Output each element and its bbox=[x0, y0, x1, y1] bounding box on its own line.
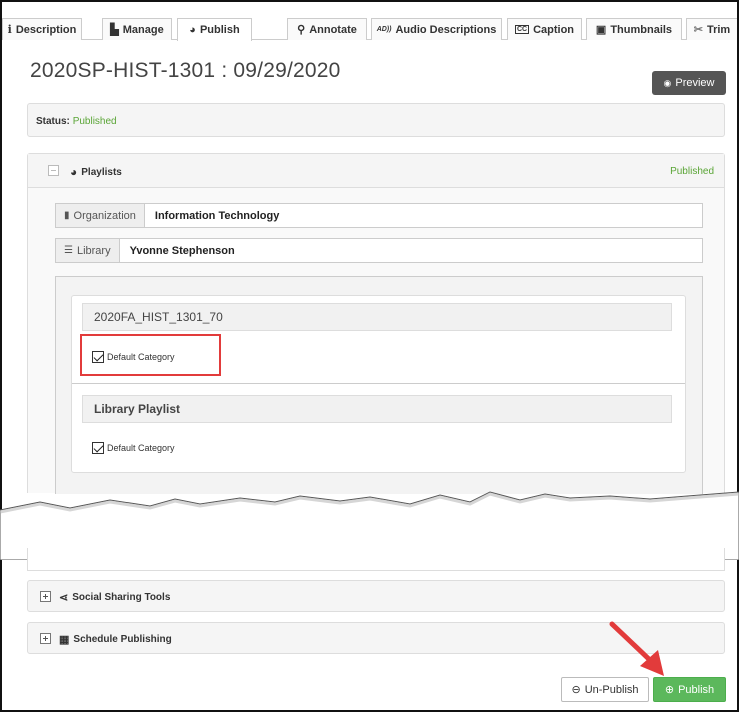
plus-circle-icon: ⊕ bbox=[664, 684, 675, 696]
clipped-panel bbox=[27, 548, 725, 571]
file-icon: ▙ bbox=[110, 24, 119, 36]
tab-description[interactable]: i Description bbox=[2, 18, 82, 40]
library-field: ☰ Library Yvonne Stephenson bbox=[55, 238, 703, 263]
arrow-annotation bbox=[609, 621, 664, 676]
playlist-list: 2020FA_HIST_1301_70 Default Category Lib… bbox=[71, 295, 686, 473]
tab-caption[interactable]: CC Caption bbox=[507, 18, 582, 40]
playlist-category-container: 2020FA_HIST_1301_70 Default Category Lib… bbox=[55, 276, 703, 494]
expand-icon[interactable] bbox=[40, 633, 51, 644]
eye-icon: ◉ bbox=[663, 77, 672, 88]
organization-value: Information Technology bbox=[154, 209, 280, 222]
status-label: Status: bbox=[36, 116, 70, 127]
tab-thumbnails[interactable]: ▣ Thumbnails bbox=[586, 18, 682, 40]
category-label: Default Category bbox=[107, 443, 175, 453]
tab-publish[interactable]: ◕ Publish bbox=[177, 18, 252, 41]
tab-manage[interactable]: ▙ Manage bbox=[102, 18, 172, 40]
checkbox-checked-icon[interactable] bbox=[92, 442, 104, 454]
tab-trim[interactable]: ✂ Trim bbox=[686, 18, 737, 40]
search-icon: ⚲ bbox=[297, 24, 306, 36]
highlight-box bbox=[80, 334, 221, 376]
playlist-name: Library Playlist bbox=[82, 395, 672, 423]
collapse-icon[interactable] bbox=[48, 165, 59, 176]
minus-circle-icon: ⊖ bbox=[571, 684, 581, 696]
globe-icon: ◕ bbox=[70, 165, 78, 179]
library-value: Yvonne Stephenson bbox=[129, 244, 235, 257]
tab-annotate[interactable]: ⚲ Annotate bbox=[287, 18, 367, 40]
cc-icon: CC bbox=[514, 25, 530, 34]
social-sharing-panel[interactable]: ⋖ Social Sharing Tools bbox=[27, 580, 725, 612]
building-icon: ▮ bbox=[64, 210, 70, 221]
list-icon: ☰ bbox=[64, 245, 73, 256]
tab-bar: i Description ▙ Manage ◕ Publish ⚲ Annot… bbox=[2, 0, 737, 41]
status-value: Published bbox=[72, 116, 117, 127]
playlists-header[interactable]: ◕ Playlists Published bbox=[28, 154, 724, 188]
audio-description-icon: AD)) bbox=[376, 26, 392, 33]
organization-label: Organization bbox=[73, 209, 136, 222]
preview-button[interactable]: ◉ Preview bbox=[652, 71, 726, 95]
globe-icon: ◕ bbox=[189, 24, 196, 36]
page-title: 2020SP-HIST-1301 : 09/29/2020 bbox=[30, 59, 341, 82]
tab-audio-descriptions[interactable]: AD)) Audio Descriptions bbox=[371, 18, 502, 40]
status-panel: Status: Published bbox=[27, 103, 725, 137]
social-sharing-title: Social Sharing Tools bbox=[72, 592, 171, 603]
playlists-status: Published bbox=[670, 166, 714, 177]
playlists-title: Playlists bbox=[81, 166, 122, 178]
playlists-panel: ◕ Playlists Published ▮ Organization Inf… bbox=[27, 153, 725, 494]
expand-icon[interactable] bbox=[40, 591, 51, 602]
calendar-icon: ▦ bbox=[59, 634, 70, 646]
category-checkbox-row[interactable]: Default Category bbox=[92, 442, 175, 454]
scissors-icon: ✂ bbox=[693, 24, 703, 36]
publish-button[interactable]: ⊕ Publish bbox=[653, 677, 726, 702]
playlist-name: 2020FA_HIST_1301_70 bbox=[82, 303, 672, 331]
schedule-publishing-title: Schedule Publishing bbox=[73, 634, 172, 645]
share-icon: ⋖ bbox=[59, 592, 69, 604]
info-icon: i bbox=[7, 23, 12, 36]
image-icon: ▣ bbox=[595, 24, 607, 36]
library-label: Library bbox=[76, 244, 111, 257]
divider bbox=[72, 383, 685, 384]
unpublish-button[interactable]: ⊖ Un-Publish bbox=[561, 677, 649, 702]
organization-field: ▮ Organization Information Technology bbox=[55, 203, 703, 228]
